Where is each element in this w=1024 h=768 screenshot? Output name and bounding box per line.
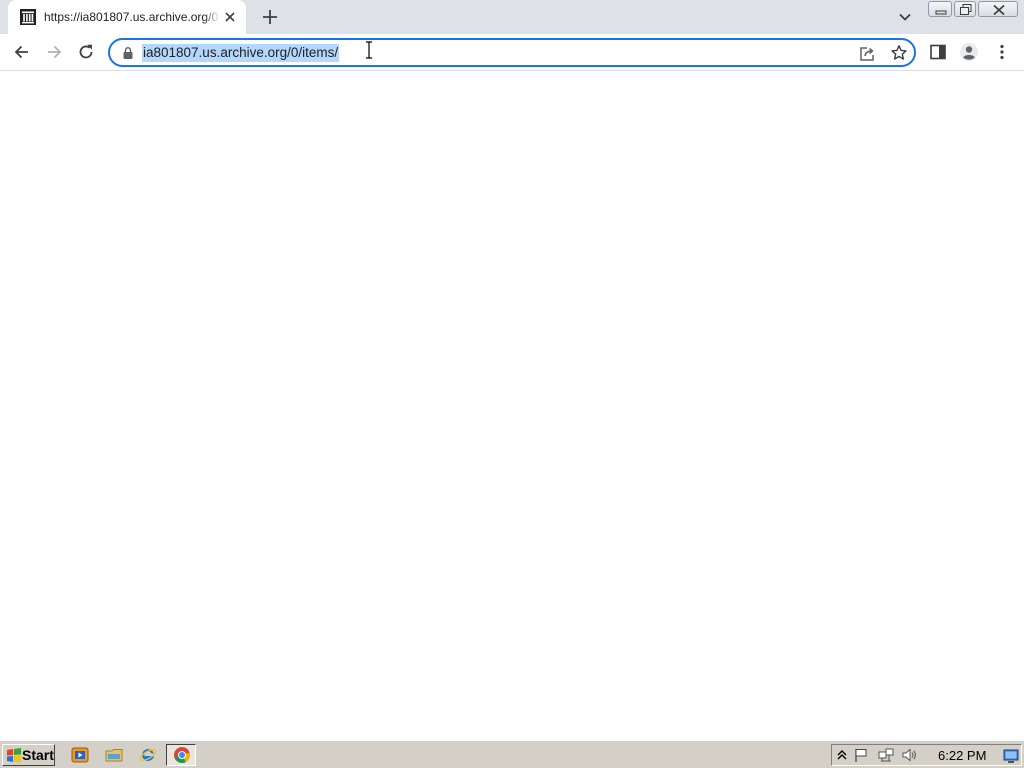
browser-toolbar: ia801807.us.archive.org/0/items/ <box>0 34 1024 71</box>
star-icon[interactable] <box>890 44 908 62</box>
chrome-taskbar-button[interactable] <box>166 744 196 766</box>
text-cursor-icon <box>366 41 372 59</box>
tab-strip: https://ia801807.us.archive.org/0/items/ <box>0 0 1024 34</box>
minimize-button[interactable] <box>928 1 952 17</box>
internet-explorer-icon[interactable] <box>139 746 157 764</box>
reload-icon[interactable] <box>76 42 96 62</box>
volume-icon[interactable] <box>901 747 917 763</box>
chrome-icon <box>174 747 191 763</box>
archive-org-icon <box>20 9 36 25</box>
chevron-down-icon[interactable] <box>896 8 914 26</box>
close-icon[interactable] <box>222 9 238 25</box>
folder-icon[interactable] <box>105 746 123 764</box>
page-content[interactable] <box>0 72 1024 740</box>
side-panel-icon[interactable] <box>928 42 948 62</box>
start-button[interactable]: Start <box>2 744 55 766</box>
start-label: Start <box>22 747 54 763</box>
url-text[interactable]: ia801807.us.archive.org/0/items/ <box>142 44 340 62</box>
more-vertical-icon[interactable] <box>992 42 1012 62</box>
restore-button[interactable] <box>954 1 976 17</box>
clock: 6:22 PM <box>938 748 987 763</box>
media-player-icon[interactable] <box>71 746 89 764</box>
show-desktop-icon[interactable] <box>1003 748 1019 764</box>
lock-icon[interactable] <box>121 46 135 60</box>
tab-title-fade <box>204 6 220 28</box>
tab-title: https://ia801807.us.archive.org/0/items/ <box>44 10 218 24</box>
network-icon[interactable] <box>878 747 894 763</box>
flag-icon[interactable] <box>853 747 869 763</box>
new-tab-button[interactable] <box>260 7 280 27</box>
taskbar: Start 6:22 PM <box>0 740 1024 768</box>
profile-icon[interactable] <box>959 42 979 62</box>
share-icon[interactable] <box>858 45 876 63</box>
close-window-button[interactable] <box>978 1 1018 17</box>
system-tray: 6:22 PM <box>831 744 1022 766</box>
forward-arrow-icon[interactable] <box>44 42 64 62</box>
show-hidden-icon[interactable] <box>834 747 850 763</box>
back-arrow-icon[interactable] <box>12 42 32 62</box>
screen: https://ia801807.us.archive.org/0/items/ <box>0 0 1024 768</box>
address-bar[interactable]: ia801807.us.archive.org/0/items/ <box>108 38 916 67</box>
browser-tab[interactable]: https://ia801807.us.archive.org/0/items/ <box>8 0 246 34</box>
windows-logo-icon <box>7 748 21 762</box>
